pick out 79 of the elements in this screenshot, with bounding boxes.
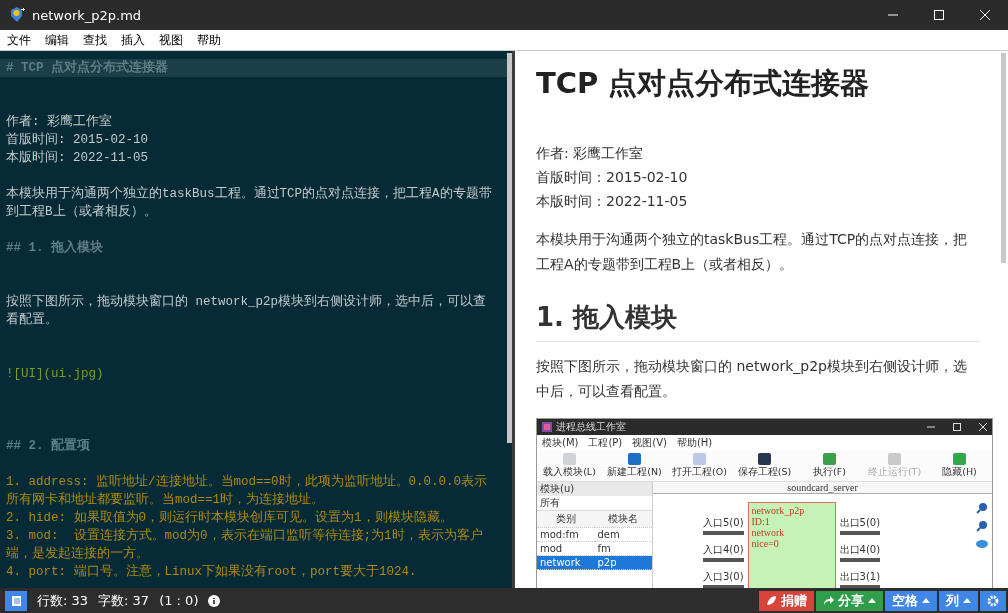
editor-line: 按照下图所示，拖动模块窗口的 network_p2p模块到右侧设计师，选中后，可以查看配置。 [6, 293, 487, 329]
caret-icon [868, 598, 876, 603]
port-label: 出口4(0) [839, 543, 881, 562]
menu-item[interactable]: 查找 [76, 31, 114, 49]
section-heading: 1. 拖入模块 [536, 299, 980, 342]
scrollbar-thumb[interactable] [1001, 53, 1006, 263]
caret-icon [922, 598, 930, 603]
caret-icon [963, 598, 971, 603]
minimize-icon[interactable] [927, 423, 935, 431]
meta-line: 作者: 彩鹰工作室 [536, 144, 645, 163]
gear-icon [987, 594, 999, 607]
cursor-position: (1 : 0) [159, 593, 199, 608]
panel-title: 模块(u) [537, 482, 652, 496]
toolbar-button[interactable]: 执行(F) [797, 453, 862, 479]
menu-item[interactable]: 工程(P) [588, 436, 623, 450]
menu-item[interactable]: 编辑 [38, 31, 76, 49]
editor-line: 1. address: 监听地址/连接地址。当mod==0时，此项为监听地址。0.0.0.0表示所有网卡和地址都要监听。当mod==1时，为连接地址。 [6, 473, 489, 509]
table-cell[interactable]: mod:fm [537, 528, 595, 542]
paragraph: 按照下图所示，拖动模块窗口的 network_p2p模块到右侧设计师，选中后，可以查看配置。 [536, 357, 968, 401]
table-cell[interactable]: network [537, 556, 595, 570]
share-icon [823, 595, 834, 606]
toolbar-button[interactable]: 保存工程(S) [732, 453, 797, 479]
close-icon[interactable] [979, 423, 987, 431]
close-icon [980, 10, 990, 20]
editor-line: ## 2. 配置项 [6, 437, 91, 455]
zoom-out-icon[interactable] [976, 520, 988, 532]
table-cell[interactable]: p2p [594, 556, 652, 570]
app-icon [8, 6, 26, 24]
editor-line: ## 1. 拖入模块 [6, 239, 104, 257]
disc-icon[interactable] [976, 538, 988, 550]
editor-line: 作者: 彩鹰工作室 [6, 113, 113, 131]
toolbar-button[interactable]: 打开工程(O) [667, 453, 732, 479]
zoom-in-icon[interactable] [976, 502, 988, 514]
port-label: 入口4(0) [703, 543, 744, 562]
paragraph: 本模块用于沟通两个独立的taskBus工程。通过TCP的点对点连接，把工程A的专题带到工程B上（或者相反）。 [536, 230, 969, 274]
menu-item[interactable]: 帮助 [190, 31, 228, 49]
leaf-icon [766, 595, 777, 606]
table-cell[interactable]: dem [594, 528, 652, 542]
editor-line: 本模块用于沟通两个独立的taskBus工程。通过TCP的点对点连接，把工程A的专题带到工程B上（或者相反）。 [6, 185, 493, 221]
canvas-tab[interactable]: soundcard_server [653, 482, 992, 494]
column-header: 模块名 [594, 511, 652, 528]
meta-line: 首版时间：2015-02-10 [536, 168, 689, 187]
meta-line: 本版时间：2022-11-05 [536, 192, 689, 211]
dropdown-button[interactable]: 列 [939, 590, 978, 611]
port-label: 入口5(0) [703, 516, 744, 535]
editor-line: 2. hide: 如果取值为0，则运行时本模块创库可见。设置为1，则模块隐藏。 [6, 509, 454, 527]
editor-line: 首版时间: 2015-02-10 [6, 131, 149, 149]
editor-line: 3. mod: 设置连接方式。mod为0，表示在端口监听等待连接;为1时，表示为客户端，是发起连接的一方。 [6, 527, 484, 563]
donate-button[interactable]: 捐赠 [759, 590, 814, 611]
menu-item[interactable]: 帮助(H) [676, 436, 713, 450]
document-icon [11, 594, 21, 607]
menu-item[interactable]: 视图 [152, 31, 190, 49]
editor-line: 本版时间: 2022-11-05 [6, 149, 149, 167]
scrollbar-thumb[interactable] [507, 53, 512, 443]
settings-button[interactable] [980, 590, 1006, 611]
module-node[interactable]: network_p2p ID:1 network nice=0 [747, 502, 836, 588]
column-header: 类别 [537, 511, 595, 528]
document-title: TCP 点对点分布式连接器 [536, 65, 871, 102]
maximize-icon [934, 10, 944, 20]
editor-line: 4. port: 端口号。注意，Linux下如果没有root，port要大于1024. [6, 563, 418, 581]
toolbar-button[interactable]: 载入模块(L) [537, 453, 602, 479]
dropdown-button[interactable]: 空格 [885, 590, 937, 611]
maximize-icon[interactable] [953, 423, 961, 431]
toolbar-button[interactable]: 隐藏(H) [927, 453, 992, 479]
menu-item[interactable]: 插入 [114, 31, 152, 49]
document-button[interactable] [5, 590, 27, 611]
char-count: 字数: 37 [98, 591, 150, 610]
info-icon[interactable] [208, 594, 221, 607]
menu-item[interactable]: 文件 [0, 31, 38, 49]
line-count: 行数: 33 [37, 591, 89, 610]
toolbar-button[interactable]: 新建工程(N) [602, 453, 667, 479]
menu-item[interactable]: 模块(M) [542, 436, 579, 450]
window-title: 进程总线工作室 [556, 420, 626, 434]
menu-item[interactable]: 视图(V) [632, 436, 667, 450]
editor-pane[interactable] [0, 51, 515, 588]
editor-line: ![UI](ui.jpg) [6, 366, 105, 383]
port-label: 出口5(0) [839, 516, 881, 535]
window-title: network_p2p.md [32, 7, 142, 23]
app-icon [542, 422, 552, 432]
